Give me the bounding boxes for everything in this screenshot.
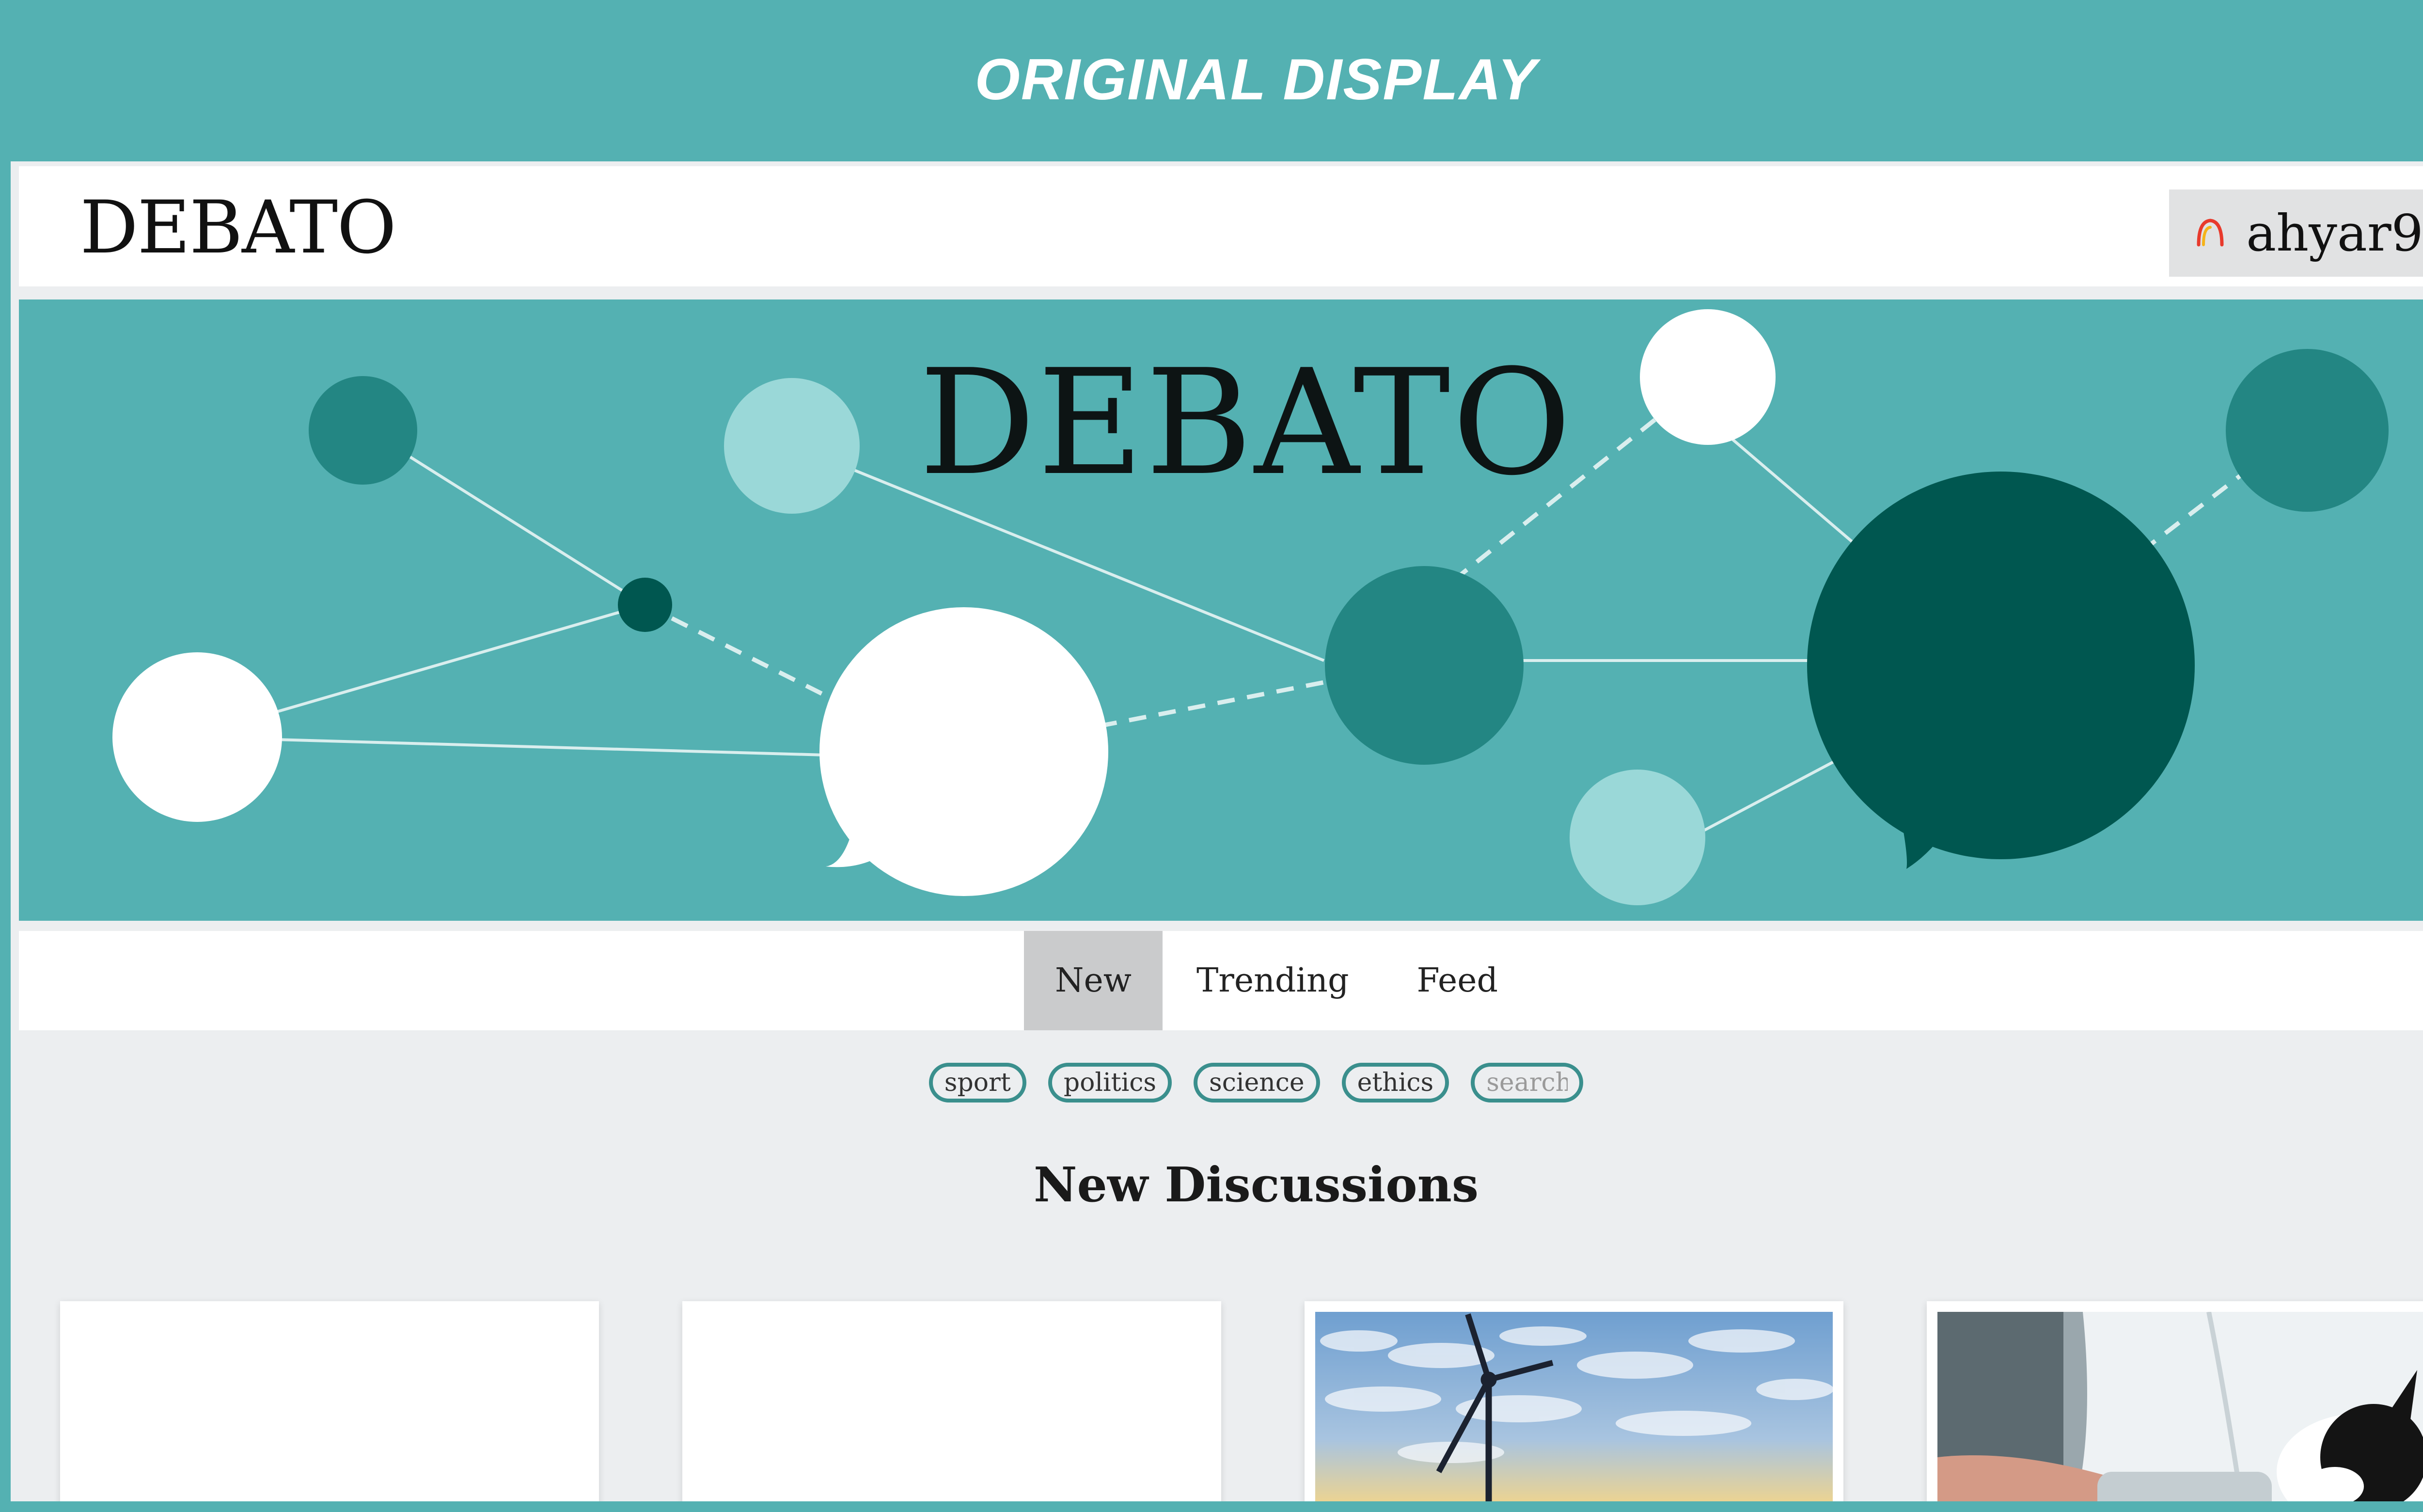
- section-heading: New Discussions: [1033, 1157, 1479, 1213]
- discussion-card[interactable]: [1305, 1301, 1843, 1501]
- discussion-card[interactable]: [1927, 1301, 2423, 1501]
- display-caption: ORIGINAL DISPLAY: [975, 47, 1538, 112]
- hero-banner: DEBATO: [19, 299, 2423, 921]
- tab-bar: New Trending Feed: [19, 931, 2423, 1030]
- tag-chip-sport[interactable]: sport: [928, 1063, 1026, 1102]
- tab-new[interactable]: New: [1024, 931, 1163, 1030]
- tag-chip-science[interactable]: science: [1194, 1063, 1320, 1102]
- tab-trending[interactable]: Trending: [1163, 931, 1383, 1030]
- username-label: ahyar92: [2246, 204, 2423, 263]
- tag-filter-bar: sport politics science ethics: [11, 1063, 2423, 1102]
- discussion-card[interactable]: [60, 1301, 599, 1501]
- tag-search-input[interactable]: [1471, 1063, 1584, 1102]
- tag-chip-politics[interactable]: politics: [1048, 1063, 1172, 1102]
- discussion-card[interactable]: [682, 1301, 1221, 1501]
- site-logo[interactable]: DEBATO: [80, 187, 396, 269]
- tab-feed[interactable]: Feed: [1383, 931, 1532, 1030]
- arch-logo-icon: [2193, 215, 2246, 252]
- lab-rabbit-photo: [1937, 1312, 2423, 1501]
- browser-viewport: DEBATO ahyar92: [11, 161, 2423, 1501]
- tag-chip-ethics[interactable]: ethics: [1341, 1063, 1449, 1102]
- user-menu-button[interactable]: ahyar92: [2169, 189, 2423, 277]
- top-navbar: DEBATO ahyar92: [19, 166, 2423, 286]
- hero-title: DEBATO: [919, 338, 1573, 507]
- wind-turbine-photo: [1315, 1312, 1833, 1501]
